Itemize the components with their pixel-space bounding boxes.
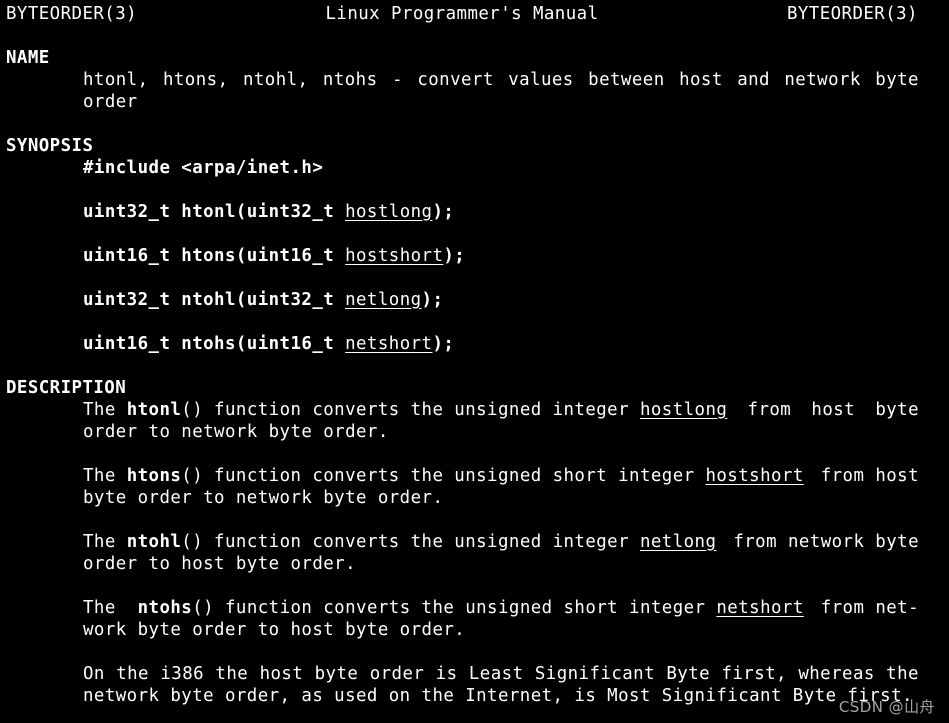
desc-ntohl-line-2: order to host byte order. <box>83 554 357 574</box>
param-netshort: netshort <box>345 334 433 354</box>
name-line-1: htonl, htons, ntohl, ntohs - convert values bet… <box>83 70 919 90</box>
param-netlong: netlong <box>345 290 422 310</box>
desc-ntohs-line-1: The ntohs() function converts the unsign… <box>83 598 919 618</box>
header-center: Linux Programmer's Manual <box>325 4 599 24</box>
man-header: BYTEORDER(3) Linux Programmer's Manual B… <box>6 3 918 25</box>
desc-htonl-line-1: The htonl() function converts the unsign… <box>83 400 919 420</box>
desc-htons-line-2: byte order to network byte order. <box>83 488 444 508</box>
desc-htonl-line-2: order to network byte order. <box>83 422 389 442</box>
terminal-window: BYTEORDER(3) Linux Programmer's Manual B… <box>0 0 949 723</box>
include-line: #include <arpa/inet.h> <box>83 158 324 178</box>
header-left: BYTEORDER(3) <box>6 4 138 24</box>
section-heading-name: NAME <box>6 48 50 68</box>
watermark: CSDN @山舟 <box>838 698 935 716</box>
prototype-ntohs: uint16_t ntohs(uint16_t netshort); <box>83 334 455 354</box>
param-hostlong: hostlong <box>345 202 433 222</box>
desc-htons-line-1: The htons() function converts the unsign… <box>83 466 919 486</box>
section-heading-description: DESCRIPTION <box>6 378 127 398</box>
prototype-ntohl: uint32_t ntohl(uint32_t netlong); <box>83 290 444 310</box>
section-heading-synopsis: SYNOPSIS <box>6 136 94 156</box>
desc-i386-line-1: On the i386 the host byte order is Least Signific… <box>83 664 919 684</box>
prototype-htons: uint16_t htons(uint16_t hostshort); <box>83 246 466 266</box>
prototype-htonl: uint32_t htonl(uint32_t hostlong); <box>83 202 455 222</box>
name-line-2: order <box>83 92 138 112</box>
desc-ntohl-line-1: The ntohl() function converts the unsign… <box>83 532 919 552</box>
desc-ntohs-line-2: work byte order to host byte order. <box>83 620 466 640</box>
header-right: BYTEORDER(3) <box>786 4 918 24</box>
desc-i386-line-2: network byte order, as used on the Inter… <box>83 686 913 706</box>
param-hostshort: hostshort <box>345 246 444 266</box>
